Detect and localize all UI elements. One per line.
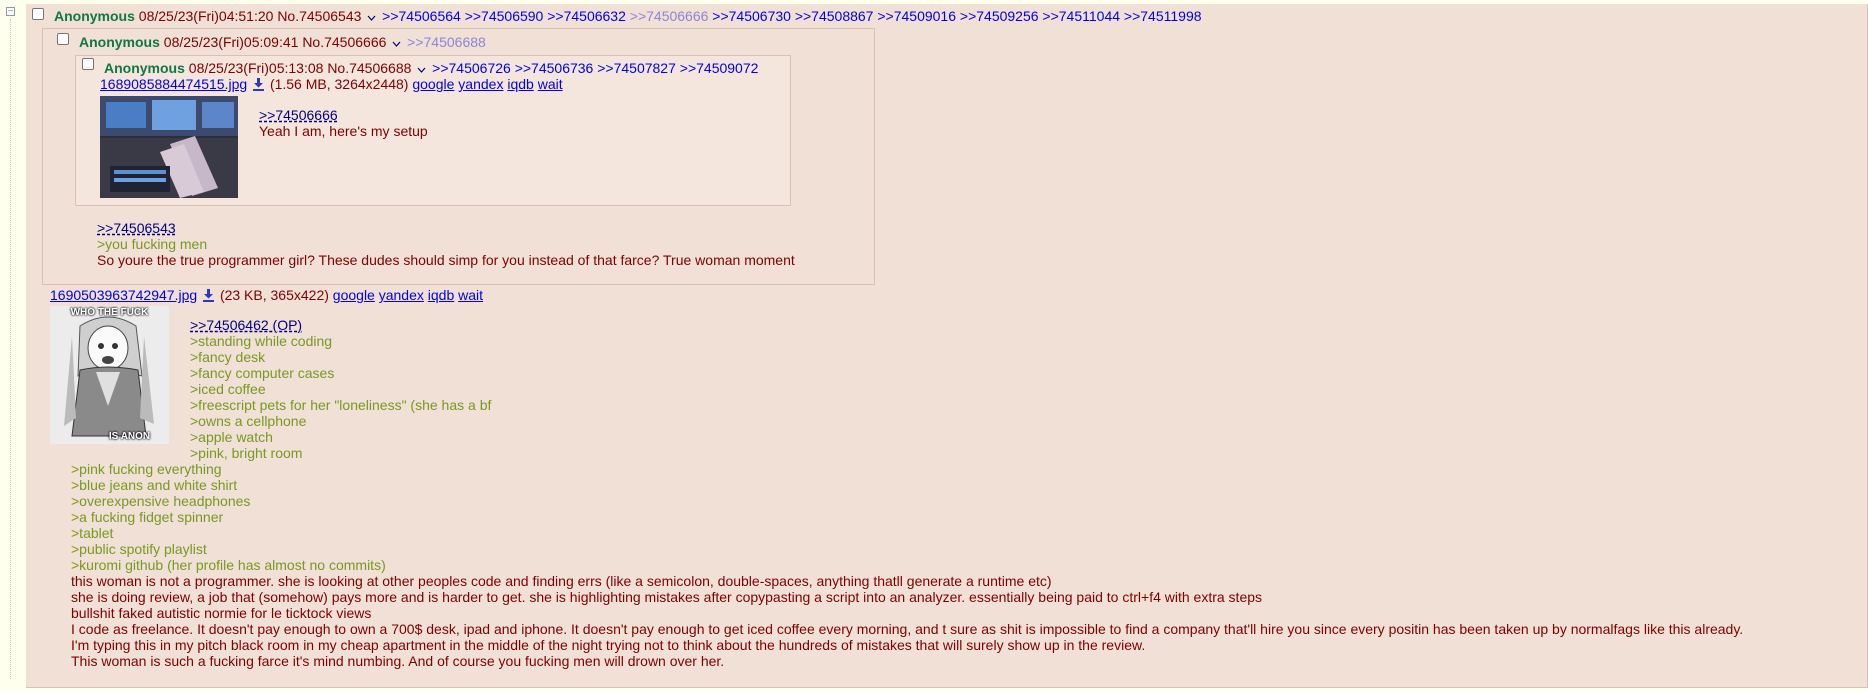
greentext-line: >kuromi github (her profile has almost n… — [71, 557, 386, 573]
greentext-line: >tablet — [71, 525, 114, 541]
search-link-google[interactable]: google — [333, 287, 375, 303]
inline-post-checkbox[interactable] — [82, 58, 94, 70]
comment-line: bullshit faked autistic normie for le ti… — [71, 605, 372, 621]
search-link-google[interactable]: google — [412, 76, 454, 92]
comment-line: I code as freelance. It doesn't pay enou… — [71, 621, 1744, 637]
greentext-line: >you fucking men — [97, 236, 208, 252]
backlink[interactable]: >>74506726 — [432, 60, 511, 76]
greentext-line: >iced coffee — [190, 381, 266, 397]
reverse-search-links: google yandex iqdb wait — [333, 287, 483, 303]
collapse-thread-icon[interactable]: − — [6, 7, 15, 17]
greentext-line: >pink, bright room — [190, 445, 303, 461]
backlink[interactable]: >>74506730 — [712, 8, 791, 24]
comment-line: So youre the true programmer girl? These… — [97, 252, 795, 268]
backlink[interactable]: >>74506688 — [407, 34, 486, 50]
search-link-iqdb[interactable]: iqdb — [507, 76, 533, 92]
greentext-line: >pink fucking everything — [71, 461, 222, 477]
post-datetime: 08/25/23(Fri)05:09:41 — [163, 34, 299, 50]
greentext-line: >overexpensive headphones — [71, 493, 251, 509]
poster-name: Anonymous — [79, 34, 160, 50]
post-number[interactable]: No.74506543 — [277, 8, 361, 24]
search-link-iqdb[interactable]: iqdb — [428, 287, 454, 303]
thread-sideline — [10, 19, 11, 679]
greentext-line: >a fucking fidget spinner — [71, 509, 224, 525]
greentext-line: >blue jeans and white shirt — [71, 477, 238, 493]
main-comment-lower: >pink fucking everything >blue jeans and … — [71, 461, 1743, 669]
reverse-search-links: google yandex iqdb wait — [412, 76, 562, 92]
file-info: 1689085884474515.jpg (1.56 MB, 3264x2448… — [100, 76, 563, 92]
search-link-wait[interactable]: wait — [458, 287, 483, 303]
search-link-wait[interactable]: wait — [538, 76, 563, 92]
greentext-line: >standing while coding — [190, 333, 333, 349]
comment-line: she is doing review, a job that (somehow… — [71, 589, 1263, 605]
anime-girl-thumbnail[interactable]: WHO THE FUCK IS ANON — [50, 306, 169, 444]
backlink[interactable]: >>74509256 — [960, 8, 1039, 24]
backlink[interactable]: >>74511044 — [1042, 8, 1120, 24]
greentext-line: >public spotify playlist — [71, 541, 207, 557]
post-select-checkbox[interactable] — [32, 8, 44, 20]
backlink[interactable]: >>74506666 — [630, 8, 709, 24]
chevron-down-icon[interactable] — [392, 37, 401, 53]
quote-link[interactable]: >>74506666 — [259, 107, 338, 123]
setup-photo-thumbnail[interactable] — [100, 96, 238, 198]
file-link[interactable]: 1690503963742947.jpg — [50, 287, 197, 303]
thumb-caption-bottom: IS ANON — [108, 431, 151, 442]
file-meta: (1.56 MB, 3264x2448) — [269, 76, 409, 92]
inline1-comment: >>74506543 >you fucking men So youre the … — [97, 220, 795, 268]
inline2-comment: >>74506666 Yeah I am, here's my setup — [259, 107, 428, 139]
file-link[interactable]: 1689085884474515.jpg — [100, 76, 247, 92]
backlink[interactable]: >>74509016 — [877, 8, 956, 24]
greentext-line: >freescript pets for her "loneliness" (s… — [190, 397, 492, 413]
download-icon[interactable] — [203, 289, 215, 302]
post-datetime: 08/25/23(Fri)05:13:08 — [188, 60, 324, 76]
search-link-yandex[interactable]: yandex — [458, 76, 503, 92]
comment-line: this woman is not a programmer. she is l… — [71, 573, 1052, 589]
backlink-list: >>74506564 >>74506590 >>74506632 >>74506… — [382, 8, 1201, 24]
search-link-yandex[interactable]: yandex — [379, 287, 424, 303]
comment-line: Yeah I am, here's my setup — [259, 123, 428, 139]
poster-name: Anonymous — [54, 8, 135, 24]
backlink[interactable]: >>74506736 — [515, 60, 594, 76]
post-number[interactable]: No.74506666 — [302, 34, 386, 50]
greentext-line: >fancy computer cases — [190, 365, 335, 381]
download-icon[interactable] — [253, 78, 265, 91]
backlink[interactable]: >>74507827 — [597, 60, 676, 76]
main-comment-upper: >>74506462 (OP) >standing while coding >f… — [190, 317, 491, 461]
quote-link[interactable]: >>74506543 — [97, 220, 176, 236]
greentext-line: >owns a cellphone — [190, 413, 307, 429]
comment-line: I'm typing this in my pitch black room i… — [71, 637, 1146, 653]
backlink-list: >>74506726 >>74506736 >>74507827 >>74509… — [432, 60, 758, 76]
backlink[interactable]: >>74508867 — [795, 8, 874, 24]
quote-link-op[interactable]: >>74506462 (OP) — [190, 317, 302, 333]
post-number[interactable]: No.74506688 — [327, 60, 411, 76]
backlink[interactable]: >>74511998 — [1124, 8, 1202, 24]
thumb-caption-top: WHO THE FUCK — [70, 307, 149, 318]
greentext-line: >apple watch — [190, 429, 273, 445]
poster-name: Anonymous — [104, 60, 185, 76]
file-info: 1690503963742947.jpg (23 KB, 365x422) go… — [50, 287, 483, 303]
post-header: Anonymous 08/25/23(Fri)04:51:20 No.74506… — [54, 8, 1202, 27]
backlink[interactable]: >>74509072 — [680, 60, 759, 76]
backlink[interactable]: >>74506564 — [382, 8, 461, 24]
comment-line: This woman is such a fucking farce it's … — [71, 653, 725, 669]
file-meta: (23 KB, 365x422) — [219, 287, 329, 303]
greentext-line: >fancy desk — [190, 349, 266, 365]
post-datetime: 08/25/23(Fri)04:51:20 — [138, 8, 274, 24]
backlink[interactable]: >>74506632 — [547, 8, 626, 24]
inline-post-header: Anonymous 08/25/23(Fri)05:09:41 No.74506… — [79, 34, 486, 53]
inline-post-checkbox[interactable] — [57, 33, 69, 45]
backlink[interactable]: >>74506590 — [465, 8, 544, 24]
chevron-down-icon[interactable] — [367, 11, 376, 27]
